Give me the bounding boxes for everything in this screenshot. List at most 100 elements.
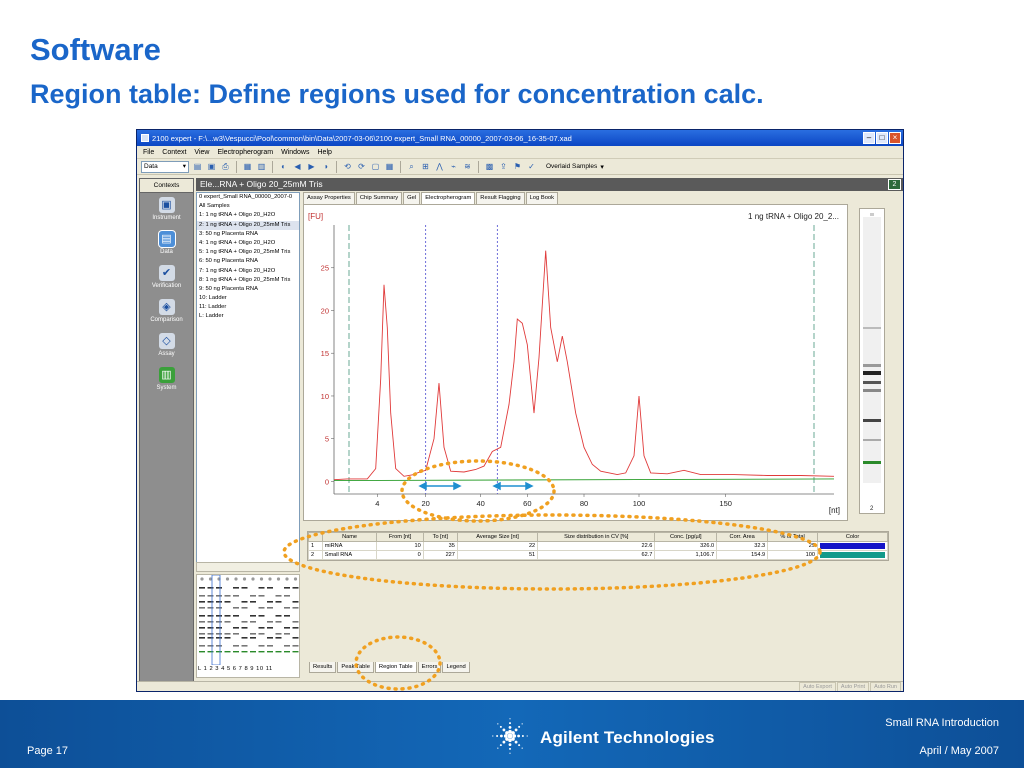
tree-item[interactable]: 3: 50 ng Placenta RNA: [197, 230, 299, 239]
grid-icon[interactable]: ▦: [384, 161, 395, 172]
region-to[interactable]: 35: [422, 541, 458, 551]
tree-item[interactable]: 7: 1 ng tRNA + Oligo 20_H2O: [197, 267, 299, 276]
page-number: Page 17: [27, 745, 68, 757]
check-icon[interactable]: ✓: [526, 161, 537, 172]
tab-chip-summary[interactable]: Chip Summary: [355, 192, 403, 204]
region-icon[interactable]: ⌁: [448, 161, 459, 172]
menu-context[interactable]: Context: [162, 149, 186, 156]
tree-item[interactable]: All Samples: [197, 202, 299, 211]
region-to[interactable]: 227: [422, 550, 458, 560]
tab-peak-table[interactable]: Peak Table: [337, 662, 374, 673]
column-header[interactable]: Corr. Area: [716, 532, 769, 542]
maximize-button[interactable]: □: [876, 132, 888, 144]
menu-electropherogram[interactable]: Electropherogram: [217, 149, 273, 156]
region-from[interactable]: 0: [376, 550, 424, 560]
chevron-down-icon[interactable]: ▾: [600, 163, 604, 171]
tab-electropherogram[interactable]: Electropherogram: [421, 192, 476, 204]
context-comparison[interactable]: ◈ Comparison: [140, 295, 193, 329]
chart-icon[interactable]: ▥: [256, 161, 267, 172]
region-name[interactable]: Small RNA: [321, 550, 378, 560]
electropherogram-plot[interactable]: [FU] 1 ng tRNA + Oligo 20_2... [nt] 0 5 10…: [303, 204, 848, 521]
close-button[interactable]: ×: [889, 132, 901, 144]
window-titlebar[interactable]: 2100 expert - F:\...w3\Vespucci\Pool\com…: [137, 130, 903, 146]
context-verification[interactable]: ✔ Verification: [140, 261, 193, 295]
region-color-swatch[interactable]: [820, 543, 885, 549]
gel-lane-view[interactable]: 2: [859, 208, 885, 514]
print-icon[interactable]: ⎙: [220, 161, 231, 172]
gel-view-icon[interactable]: ▩: [484, 161, 495, 172]
export-icon[interactable]: ⇪: [498, 161, 509, 172]
menu-view[interactable]: View: [194, 149, 209, 156]
peak-icon[interactable]: ⋀: [434, 161, 445, 172]
column-header[interactable]: Conc. [pg/µl]: [654, 532, 718, 542]
gel-band: [199, 645, 205, 647]
region-name[interactable]: miRNA: [321, 541, 378, 551]
next-icon[interactable]: ▶: [306, 161, 317, 172]
tree-item[interactable]: 9: 50 ng Placenta RNA: [197, 285, 299, 294]
menu-file[interactable]: File: [143, 149, 154, 156]
column-header[interactable]: To [nt]: [422, 532, 458, 542]
prev-icon[interactable]: ◀: [292, 161, 303, 172]
tree-item[interactable]: 5: 1 ng tRNA + Oligo 20_25mM Tris: [197, 248, 299, 257]
tab-errors[interactable]: Errors: [417, 662, 442, 673]
column-header[interactable]: From [nt]: [376, 532, 424, 542]
context-system[interactable]: ▥ System: [140, 363, 193, 397]
tree-item[interactable]: 0 expert_Small RNA_00000_2007-0: [197, 193, 299, 202]
top-tabs: Assay Properties Chip Summary Gel Electr…: [303, 192, 559, 204]
column-header[interactable]: Size distribution in CV [%]: [537, 532, 656, 542]
context-assay[interactable]: ◇ Assay: [140, 329, 193, 363]
gel-thumbnail-panel[interactable]: [196, 574, 300, 678]
context-select[interactable]: Data: [141, 160, 189, 173]
region-from[interactable]: 10: [376, 541, 424, 551]
tab-legend[interactable]: Legend: [442, 662, 470, 673]
context-instrument[interactable]: ▣ Instrument: [140, 193, 193, 227]
table-row[interactable]: 1 miRNA 10 35 22 22.6 326.0 32.3 29: [308, 541, 888, 551]
tree-item-selected[interactable]: 2: 1 ng tRNA + Oligo 20_25mM Tris: [197, 220, 299, 230]
table-icon[interactable]: ▦: [242, 161, 253, 172]
back-icon[interactable]: ⟲: [342, 161, 353, 172]
column-header[interactable]: Color: [817, 532, 888, 542]
minimize-button[interactable]: –: [863, 132, 875, 144]
zoom-icon[interactable]: ⌕: [406, 161, 417, 172]
forward-icon[interactable]: ⟳: [356, 161, 367, 172]
document-number[interactable]: 2: [888, 179, 901, 190]
layout-icon[interactable]: ▢: [370, 161, 381, 172]
tree-item[interactable]: 4: 1 ng tRNA + Oligo 20_H2O: [197, 239, 299, 248]
gel-band: [216, 645, 222, 647]
tree-horizontal-scrollbar[interactable]: [196, 562, 300, 572]
region-color-cell[interactable]: [817, 541, 888, 551]
open-icon[interactable]: ▤: [192, 161, 203, 172]
column-header[interactable]: Average Size [nt]: [456, 532, 539, 542]
menu-help[interactable]: Help: [318, 149, 332, 156]
tree-item[interactable]: 10: Ladder: [197, 294, 299, 303]
tree-item[interactable]: 6: 50 ng Placenta RNA: [197, 257, 299, 266]
context-data[interactable]: ▤ Data: [140, 227, 193, 261]
gel-band: [267, 645, 273, 647]
region-color-cell[interactable]: [817, 550, 888, 560]
column-header[interactable]: Name: [321, 532, 378, 542]
table-row[interactable]: 2 Small RNA 0 227 51 62.7 1,106.7 154.9 …: [308, 550, 888, 560]
tree-item[interactable]: 8: 1 ng tRNA + Oligo 20_25mM Tris: [197, 276, 299, 285]
last-icon[interactable]: ◑: [320, 161, 331, 172]
menu-windows[interactable]: Windows: [281, 149, 309, 156]
tab-region-table[interactable]: Region Table: [374, 662, 417, 673]
column-header[interactable]: [308, 532, 323, 542]
first-icon[interactable]: ◐: [278, 161, 289, 172]
tab-gel[interactable]: Gel: [403, 192, 421, 204]
tree-item[interactable]: 11: Ladder: [197, 303, 299, 312]
region-color-swatch[interactable]: [820, 552, 885, 558]
overlay-samples-select[interactable]: Overlaid Samples: [546, 163, 597, 170]
flag-icon[interactable]: ⚑: [512, 161, 523, 172]
tab-log-book[interactable]: Log Book: [525, 192, 559, 204]
tab-result-flagging[interactable]: Result Flagging: [476, 192, 525, 204]
tab-assay-properties[interactable]: Assay Properties: [303, 192, 355, 204]
save-icon[interactable]: ▣: [206, 161, 217, 172]
gel-band: [207, 627, 214, 629]
gel-band: [292, 621, 299, 623]
tree-item[interactable]: L: Ladder: [197, 312, 299, 321]
tab-results[interactable]: Results: [309, 662, 337, 673]
overlay-icon[interactable]: ≋: [462, 161, 473, 172]
column-header[interactable]: % of Total: [767, 532, 818, 542]
scale-icon[interactable]: ⊞: [420, 161, 431, 172]
tree-item[interactable]: 1: 1 ng tRNA + Oligo 20_H2O: [197, 211, 299, 220]
